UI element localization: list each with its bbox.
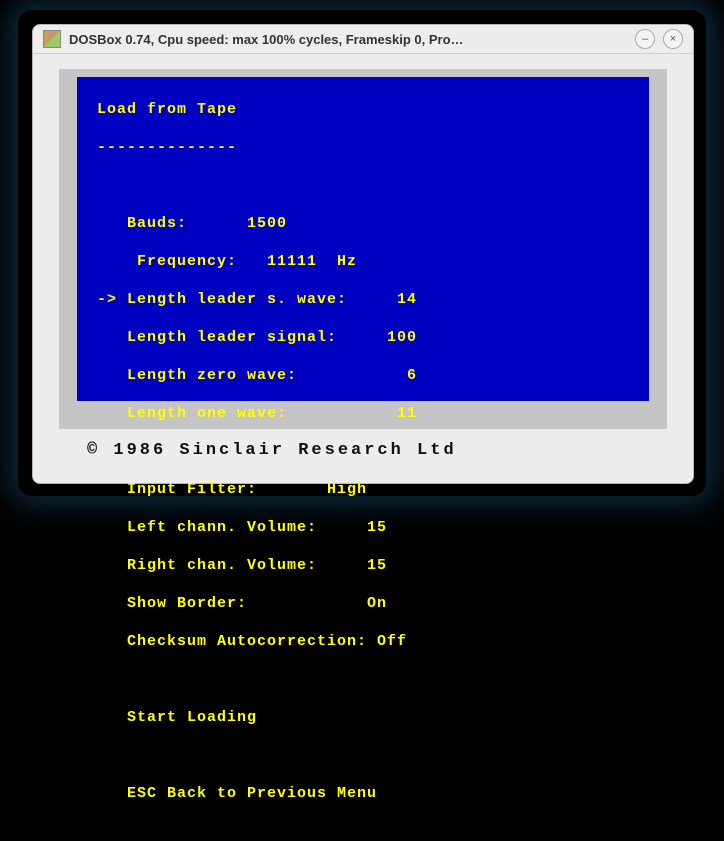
emulator-border: Load from Tape -------------- Bauds: 150…	[59, 69, 667, 429]
item-esc-back[interactable]: ESC Back to Previous Menu	[77, 784, 649, 803]
item-zero-wave[interactable]: Length zero wave: 6	[77, 366, 649, 385]
item-start-loading[interactable]: Start Loading	[77, 708, 649, 727]
dosbox-window: DOSBox 0.74, Cpu speed: max 100% cycles,…	[32, 24, 694, 484]
menu-heading: Load from Tape	[77, 100, 649, 119]
item-checksum[interactable]: Checksum Autocorrection: Off	[77, 632, 649, 651]
item-show-border[interactable]: Show Border: On	[77, 594, 649, 613]
emulator-screen: Load from Tape -------------- Bauds: 150…	[77, 77, 649, 401]
minimize-button[interactable]: –	[635, 29, 655, 49]
item-one-wave[interactable]: Length one wave: 11	[77, 404, 649, 423]
close-button[interactable]: ×	[663, 29, 683, 49]
item-frequency[interactable]: Frequency: 11111 Hz	[77, 252, 649, 271]
item-input-filter[interactable]: Input Filter: High	[77, 480, 649, 499]
item-left-volume[interactable]: Left chann. Volume: 15	[77, 518, 649, 537]
item-bauds[interactable]: Bauds: 1500	[77, 214, 649, 233]
menu-divider: --------------	[77, 138, 649, 157]
app-icon	[43, 30, 61, 48]
item-leader-swave[interactable]: -> Length leader s. wave: 14	[77, 290, 649, 309]
item-right-volume[interactable]: Right chan. Volume: 15	[77, 556, 649, 575]
copyright-text: © 1986 Sinclair Research Ltd	[87, 441, 457, 460]
titlebar[interactable]: DOSBox 0.74, Cpu speed: max 100% cycles,…	[33, 25, 693, 54]
item-leader-signal[interactable]: Length leader signal: 100	[77, 328, 649, 347]
window-title: DOSBox 0.74, Cpu speed: max 100% cycles,…	[69, 32, 627, 47]
